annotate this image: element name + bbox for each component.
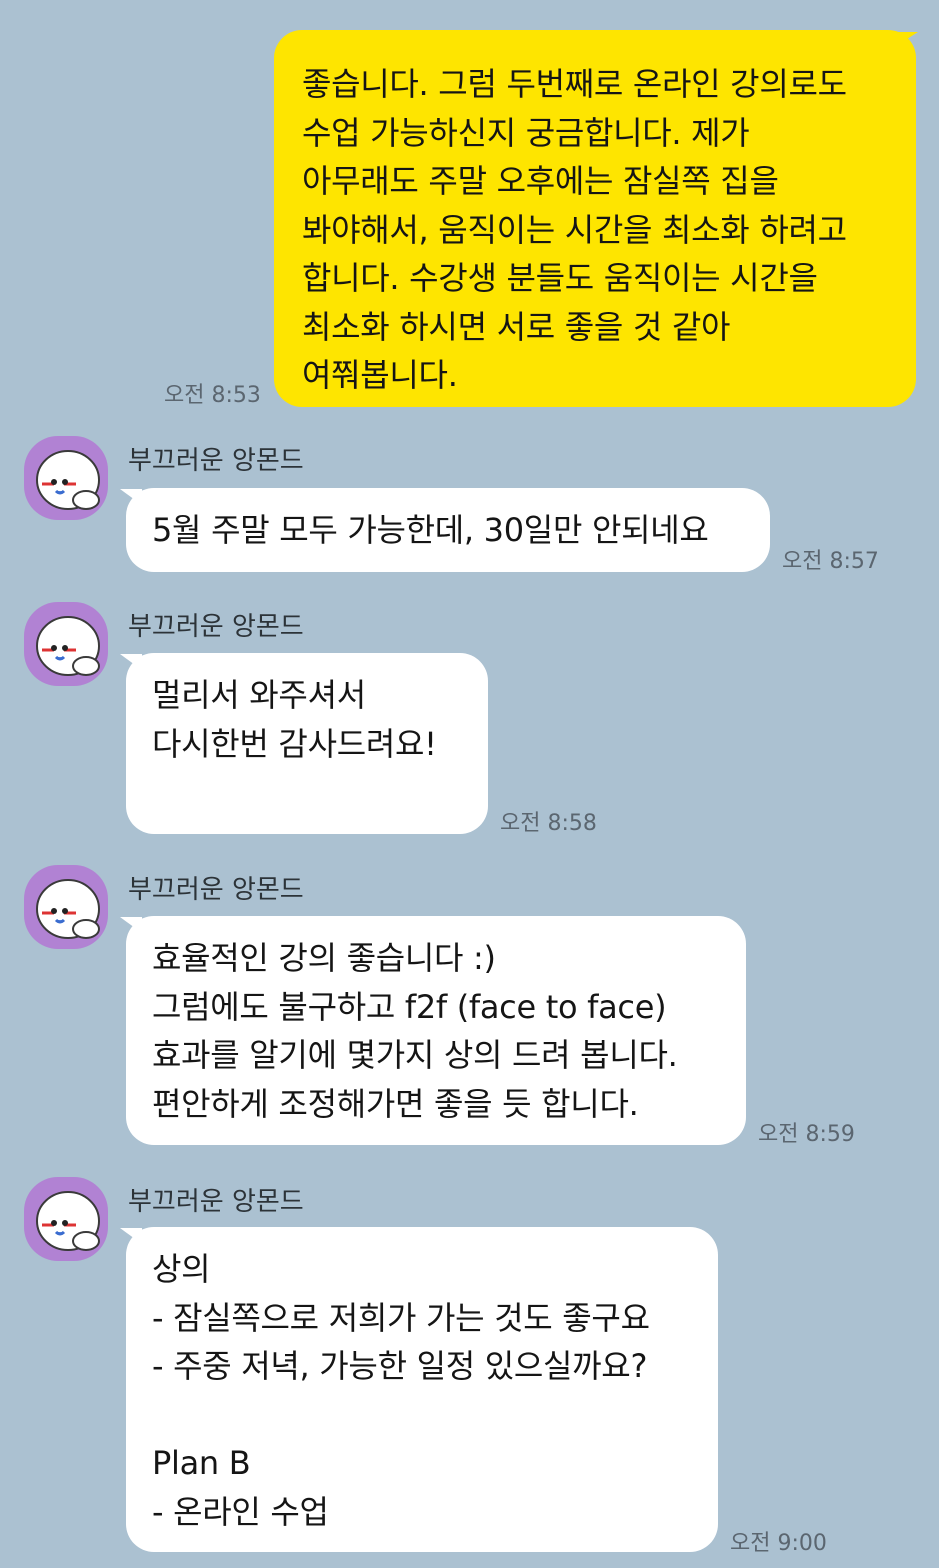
message-time: 오전 8:58 [500, 811, 597, 836]
my-message-bubble[interactable]: 좋습니다. 그럼 두번째로 온라인 강의로도 수업 가능하신지 궁금합니다. 제… [274, 30, 916, 407]
avatar[interactable] [24, 602, 108, 686]
sender-name: 부끄러운 앙몬드 [128, 875, 304, 905]
bubble-tail [120, 1228, 142, 1244]
other-message-bubble[interactable]: 5월 주말 모두 가능한데, 30일만 안되네요 [126, 488, 770, 572]
avatar[interactable] [24, 865, 108, 949]
bubble-tail [120, 489, 142, 505]
avatar-almond-character-icon [36, 879, 100, 939]
other-message-bubble[interactable]: 상의 - 잠실쪽으로 저희가 가는 것도 좋구요 - 주중 저녁, 가능한 일정… [126, 1227, 718, 1552]
message-time: 오전 9:00 [730, 1531, 827, 1556]
bubble-tail [896, 32, 918, 46]
message-time: 오전 8:59 [758, 1122, 855, 1147]
avatar-almond-character-icon [36, 616, 100, 676]
avatar-almond-character-icon [36, 1191, 100, 1251]
bubble-tail [120, 654, 142, 670]
message-time: 오전 8:57 [782, 549, 879, 574]
sender-name: 부끄러운 앙몬드 [128, 612, 304, 642]
sender-name: 부끄러운 앙몬드 [128, 1187, 304, 1217]
other-message-bubble[interactable]: 효율적인 강의 좋습니다 :) 그럼에도 불구하고 f2f (face to f… [126, 916, 746, 1145]
sender-name: 부끄러운 앙몬드 [128, 446, 304, 476]
message-time: 오전 8:53 [164, 383, 261, 408]
avatar[interactable] [24, 436, 108, 520]
avatar[interactable] [24, 1177, 108, 1261]
other-message-bubble[interactable]: 멀리서 와주셔서 다시한번 감사드려요! [126, 653, 488, 834]
bubble-tail [120, 917, 142, 933]
avatar-almond-character-icon [36, 450, 100, 510]
